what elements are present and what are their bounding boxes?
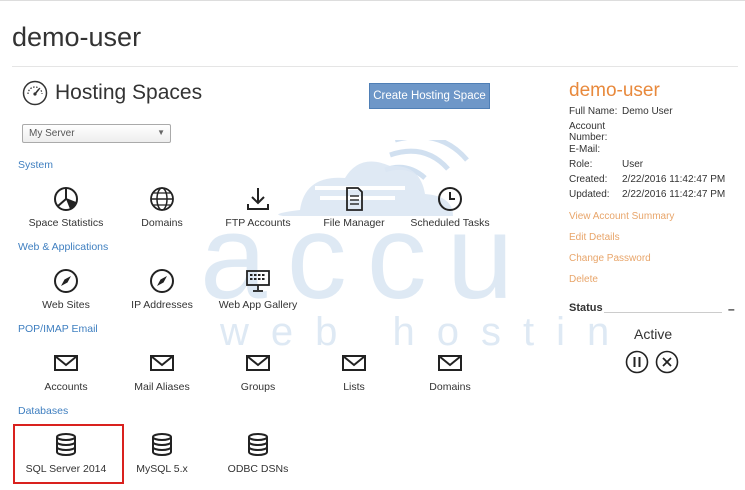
tile-web-app-gallery[interactable]: Web App Gallery xyxy=(210,267,306,323)
change-password-link[interactable]: Change Password xyxy=(569,253,651,264)
title-divider xyxy=(12,66,738,67)
envelope-icon xyxy=(438,355,462,371)
status-heading: Status xyxy=(569,302,603,314)
tile-label: ODBC DSNs xyxy=(227,463,289,475)
full-name-value: Demo User xyxy=(622,106,673,117)
compass-icon xyxy=(150,269,174,293)
keyboard-icon xyxy=(246,270,270,292)
tile-mail-domains[interactable]: Domains xyxy=(402,349,498,405)
account-name: demo-user xyxy=(569,80,660,101)
tile-space-statistics[interactable]: Space Statistics xyxy=(18,185,114,241)
clock-icon xyxy=(438,187,462,211)
tile-file-manager[interactable]: File Manager xyxy=(306,185,402,241)
envelope-icon xyxy=(246,355,270,371)
email-label: E-Mail: xyxy=(569,144,601,155)
tile-lists[interactable]: Lists xyxy=(306,349,402,405)
delete-link[interactable]: Delete xyxy=(569,274,598,285)
compass-icon xyxy=(54,269,78,293)
tile-mail-aliases[interactable]: Mail Aliases xyxy=(114,349,210,405)
hosting-spaces-title: Hosting Spaces xyxy=(55,81,203,104)
pause-icon[interactable] xyxy=(625,350,649,374)
view-account-summary-link[interactable]: View Account Summary xyxy=(569,211,674,222)
cancel-icon[interactable] xyxy=(655,350,679,374)
section-system: System xyxy=(18,159,54,171)
status-divider xyxy=(604,312,722,313)
tile-groups[interactable]: Groups xyxy=(210,349,306,405)
download-icon xyxy=(247,188,269,210)
tile-sql-server-2014[interactable]: SQL Server 2014 xyxy=(18,431,114,487)
page-title: demo-user xyxy=(12,22,142,52)
database-icon xyxy=(248,433,268,456)
tile-accounts[interactable]: Accounts xyxy=(18,349,114,405)
envelope-icon xyxy=(150,355,174,371)
tile-domains[interactable]: Domains xyxy=(114,185,210,241)
server-select[interactable]: My Server ▼ xyxy=(22,124,171,143)
tile-ip-addresses[interactable]: IP Addresses xyxy=(114,267,210,323)
section-web-applications: Web & Applications xyxy=(18,241,109,253)
role-label: Role: xyxy=(569,159,593,170)
tile-label: Web App Gallery xyxy=(218,299,298,311)
status-value: Active xyxy=(634,326,673,342)
section-databases: Databases xyxy=(18,405,69,417)
account-number-label: Account Number: xyxy=(569,121,608,143)
full-name-label: Full Name: xyxy=(569,106,618,117)
updated-label: Updated: xyxy=(569,189,610,200)
created-label: Created: xyxy=(569,174,608,185)
tile-odbc-dsns[interactable]: ODBC DSNs xyxy=(210,431,306,487)
top-border xyxy=(0,0,745,1)
tile-label: Scheduled Tasks xyxy=(410,217,490,229)
watermark-logo: accu web hosting xyxy=(200,140,620,354)
tile-mysql-5x[interactable]: MySQL 5.x xyxy=(114,431,210,487)
database-icon xyxy=(152,433,172,456)
created-value: 2/22/2016 11:42:47 PM xyxy=(622,174,726,185)
edit-details-link[interactable]: Edit Details xyxy=(569,232,620,243)
tile-label: Domains xyxy=(429,381,471,393)
envelope-icon xyxy=(54,355,78,371)
updated-value: 2/22/2016 11:42:47 PM xyxy=(622,189,726,200)
gauge-icon xyxy=(22,80,48,106)
tile-scheduled-tasks[interactable]: Scheduled Tasks xyxy=(402,185,498,241)
tile-web-sites[interactable]: Web Sites xyxy=(18,267,114,323)
server-select-value: My Server xyxy=(29,128,75,139)
pie-chart-icon xyxy=(54,187,78,211)
envelope-icon xyxy=(342,355,366,371)
chevron-down-icon: ▼ xyxy=(157,128,165,137)
tile-ftp-accounts[interactable]: FTP Accounts xyxy=(210,185,306,241)
section-pop-imap-email: POP/IMAP Email xyxy=(18,323,98,335)
create-hosting-space-button[interactable]: Create Hosting Space xyxy=(369,83,490,109)
status-collapse-toggle[interactable]: – xyxy=(728,302,735,316)
role-value: User xyxy=(622,159,644,170)
database-icon xyxy=(56,433,76,456)
document-icon xyxy=(346,187,363,211)
globe-icon xyxy=(150,187,174,211)
